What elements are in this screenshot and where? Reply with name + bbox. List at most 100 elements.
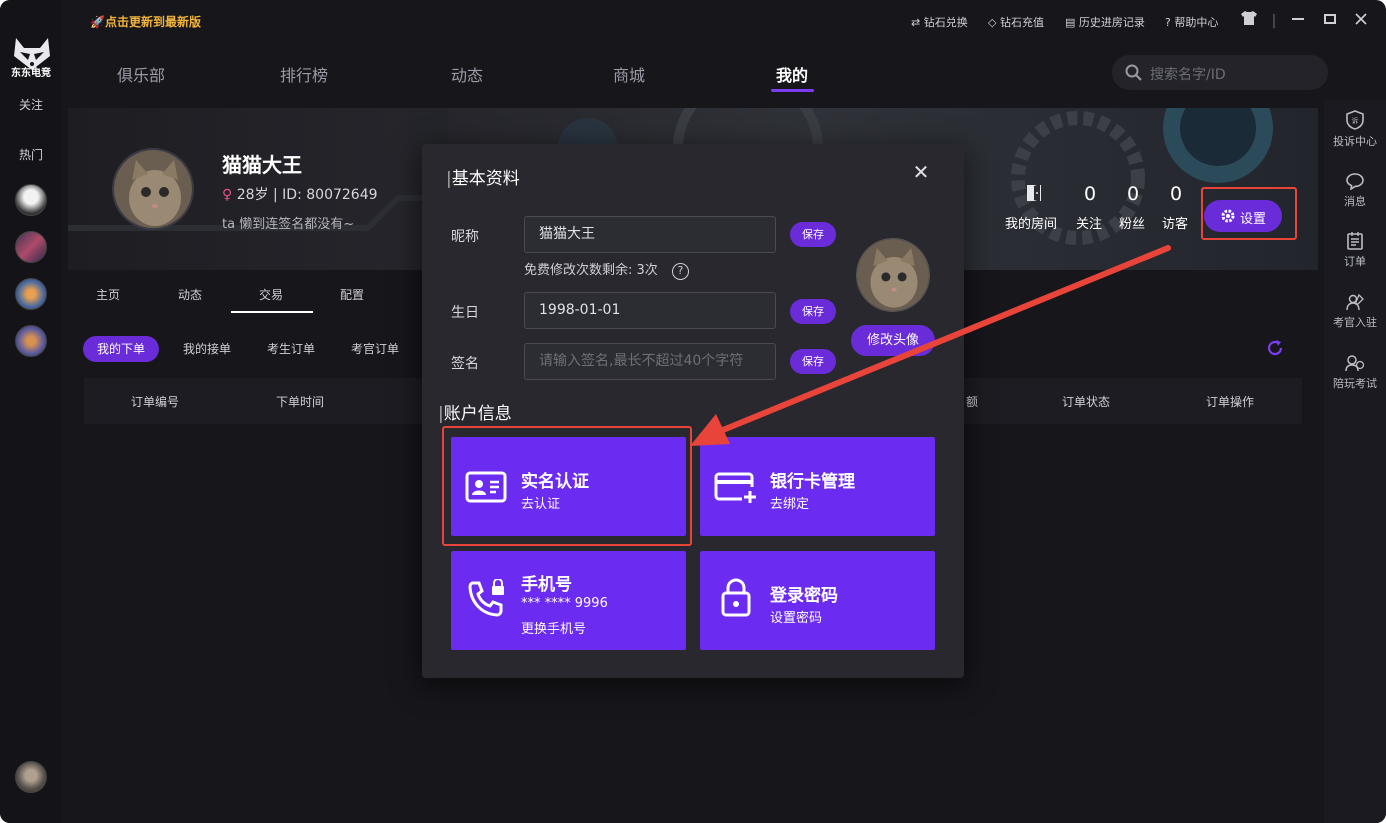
sub-tab-trade[interactable]: 交易 [259,286,283,303]
profile-avatar[interactable] [112,148,194,230]
logo-text: 东东电竞 [11,68,51,79]
female-icon: ♀ [222,187,233,203]
free-changes-hint: 免费修改次数剩余: 3次 ? [524,259,689,280]
room-history-link[interactable]: ▤ 历史进房记录 [1065,14,1145,30]
bank-card-card[interactable]: 银行卡管理 去绑定 [700,437,935,536]
profile-name: 猫猫大王 [222,153,302,177]
sidebar-avatar[interactable] [15,278,47,310]
maximize-icon[interactable] [1319,10,1341,32]
fans-count: 0 [1126,183,1140,205]
profile-age: 28岁 [236,187,269,203]
save-birthday-button[interactable]: 保存 [790,299,836,324]
visitors-label[interactable]: 访客 [1162,213,1188,232]
th-order-time: 下单时间 [276,395,325,409]
messages-item[interactable]: 消息 [1324,172,1386,209]
question-icon[interactable]: ? [671,263,689,280]
my-room-label[interactable]: 我的房间 [1005,213,1057,232]
sub-tab-config[interactable]: 配置 [340,286,364,303]
exchange-icon: ⇄ [911,16,921,29]
account-section-text: 账户信息 [443,404,512,424]
examiner-icon [1346,293,1364,311]
sub-tab-feed[interactable]: 动态 [178,286,202,303]
toolbar-divider: | [1271,13,1277,29]
follow-label[interactable]: 关注 [1076,213,1102,232]
history-icon: ▤ [1065,16,1076,29]
nav-active-indicator [771,89,814,92]
orders-item[interactable]: 订单 [1324,232,1386,269]
update-link[interactable]: 🚀点击更新到最新版 [90,13,201,30]
diamond-exchange-link[interactable]: ⇄ 钻石兑换 [911,14,968,30]
help-center-label: 帮助中心 [1174,16,1219,29]
nav-tab-mall[interactable]: 商城 [613,62,645,86]
diamond-recharge-link[interactable]: ◇ 钻石充值 [988,14,1044,30]
bank-card-subtitle: 去绑定 [770,497,810,512]
room-history-label: 历史进房记录 [1078,16,1145,29]
diamond-recharge-label: 钻石充值 [999,16,1044,29]
search-icon [1125,64,1142,81]
th-amount: 额 [966,395,979,409]
visitors-count: 0 [1169,183,1183,205]
sidebar-hot[interactable]: 热门 [0,146,62,163]
companion-exam-item[interactable]: 陪玩考试 [1324,354,1386,391]
birthday-label: 生日 [451,305,479,321]
message-icon [1346,173,1364,190]
shield-icon: 诉 [1346,110,1364,130]
modal-title-text: 基本资料 [451,169,520,189]
filter-my-orders[interactable]: 我的下单 [83,336,160,362]
minimize-icon[interactable] [1287,10,1309,32]
filter-examinee-orders[interactable]: 考生订单 [267,336,315,362]
search-box[interactable]: 搜索名字/ID [1112,55,1328,90]
filter-accepted-orders[interactable]: 我的接单 [183,336,231,362]
th-order-action: 订单操作 [1206,395,1255,409]
birthday-field[interactable]: 1998-01-01 [524,292,776,329]
th-order-no: 订单编号 [131,395,180,409]
room-door-icon[interactable] [1024,183,1044,203]
left-sidebar: 东东电竞 关注 热门 [0,0,62,823]
lock-icon [721,578,751,617]
bank-card-title: 银行卡管理 [770,472,855,492]
phone-title: 手机号 [521,575,572,595]
save-nickname-button[interactable]: 保存 [790,222,836,247]
sidebar-avatar[interactable] [15,231,47,263]
bank-card-icon [714,472,756,503]
save-signature-button[interactable]: 保存 [790,349,836,374]
close-window-icon[interactable] [1350,10,1372,32]
nav-tab-feed[interactable]: 动态 [451,62,483,86]
order-icon [1347,232,1363,250]
nav-tab-club[interactable]: 俱乐部 [117,62,165,86]
nav-tab-ranking[interactable]: 排行榜 [280,62,328,86]
signature-label: 签名 [451,356,479,372]
signature-field[interactable]: 请输入签名,最长不超过40个字符 [524,343,776,380]
current-user-avatar[interactable] [15,761,47,793]
nav-tab-mine[interactable]: 我的 [776,62,808,86]
phone-card[interactable]: 手机号 *** **** 9996 更换手机号 [451,551,686,650]
right-sidebar: 诉 投诉中心 消息 订单 考官入驻 陪玩考试 [1324,100,1386,823]
help-center-link[interactable]: ? 帮助中心 [1165,14,1218,30]
sidebar-avatar[interactable] [15,325,47,357]
login-password-title: 登录密码 [770,586,838,606]
examiner-join-label: 考官入驻 [1333,316,1377,329]
skin-icon[interactable] [1238,10,1260,32]
complaint-center-item[interactable]: 诉 投诉中心 [1324,110,1386,149]
profile-id: ID: 80072649 [282,187,378,203]
orders-label: 订单 [1344,255,1366,268]
change-avatar-button[interactable]: 修改头像 [851,325,935,356]
nickname-field[interactable]: 猫猫大王 [524,216,776,253]
sidebar-avatar[interactable] [15,184,47,216]
examiner-join-item[interactable]: 考官入驻 [1324,293,1386,330]
phone-icon [468,579,504,617]
update-link-label: 点击更新到最新版 [104,15,201,29]
search-input[interactable]: 搜索名字/ID [1150,64,1226,84]
sidebar-follow[interactable]: 关注 [0,96,62,113]
phone-number: *** **** 9996 [521,596,608,611]
fans-label[interactable]: 粉丝 [1119,213,1145,232]
close-icon[interactable]: ✕ [910,161,932,183]
profile-signature: ta 懒到连签名都没有~ [222,217,355,232]
refresh-icon[interactable] [1265,338,1285,358]
nickname-label: 昵称 [451,229,479,245]
filter-examiner-orders[interactable]: 考官订单 [351,336,399,362]
diamond-icon: ◇ [988,16,997,29]
sub-tab-indicator [231,311,313,313]
login-password-card[interactable]: 登录密码 设置密码 [700,551,935,650]
sub-tab-home[interactable]: 主页 [96,286,120,303]
